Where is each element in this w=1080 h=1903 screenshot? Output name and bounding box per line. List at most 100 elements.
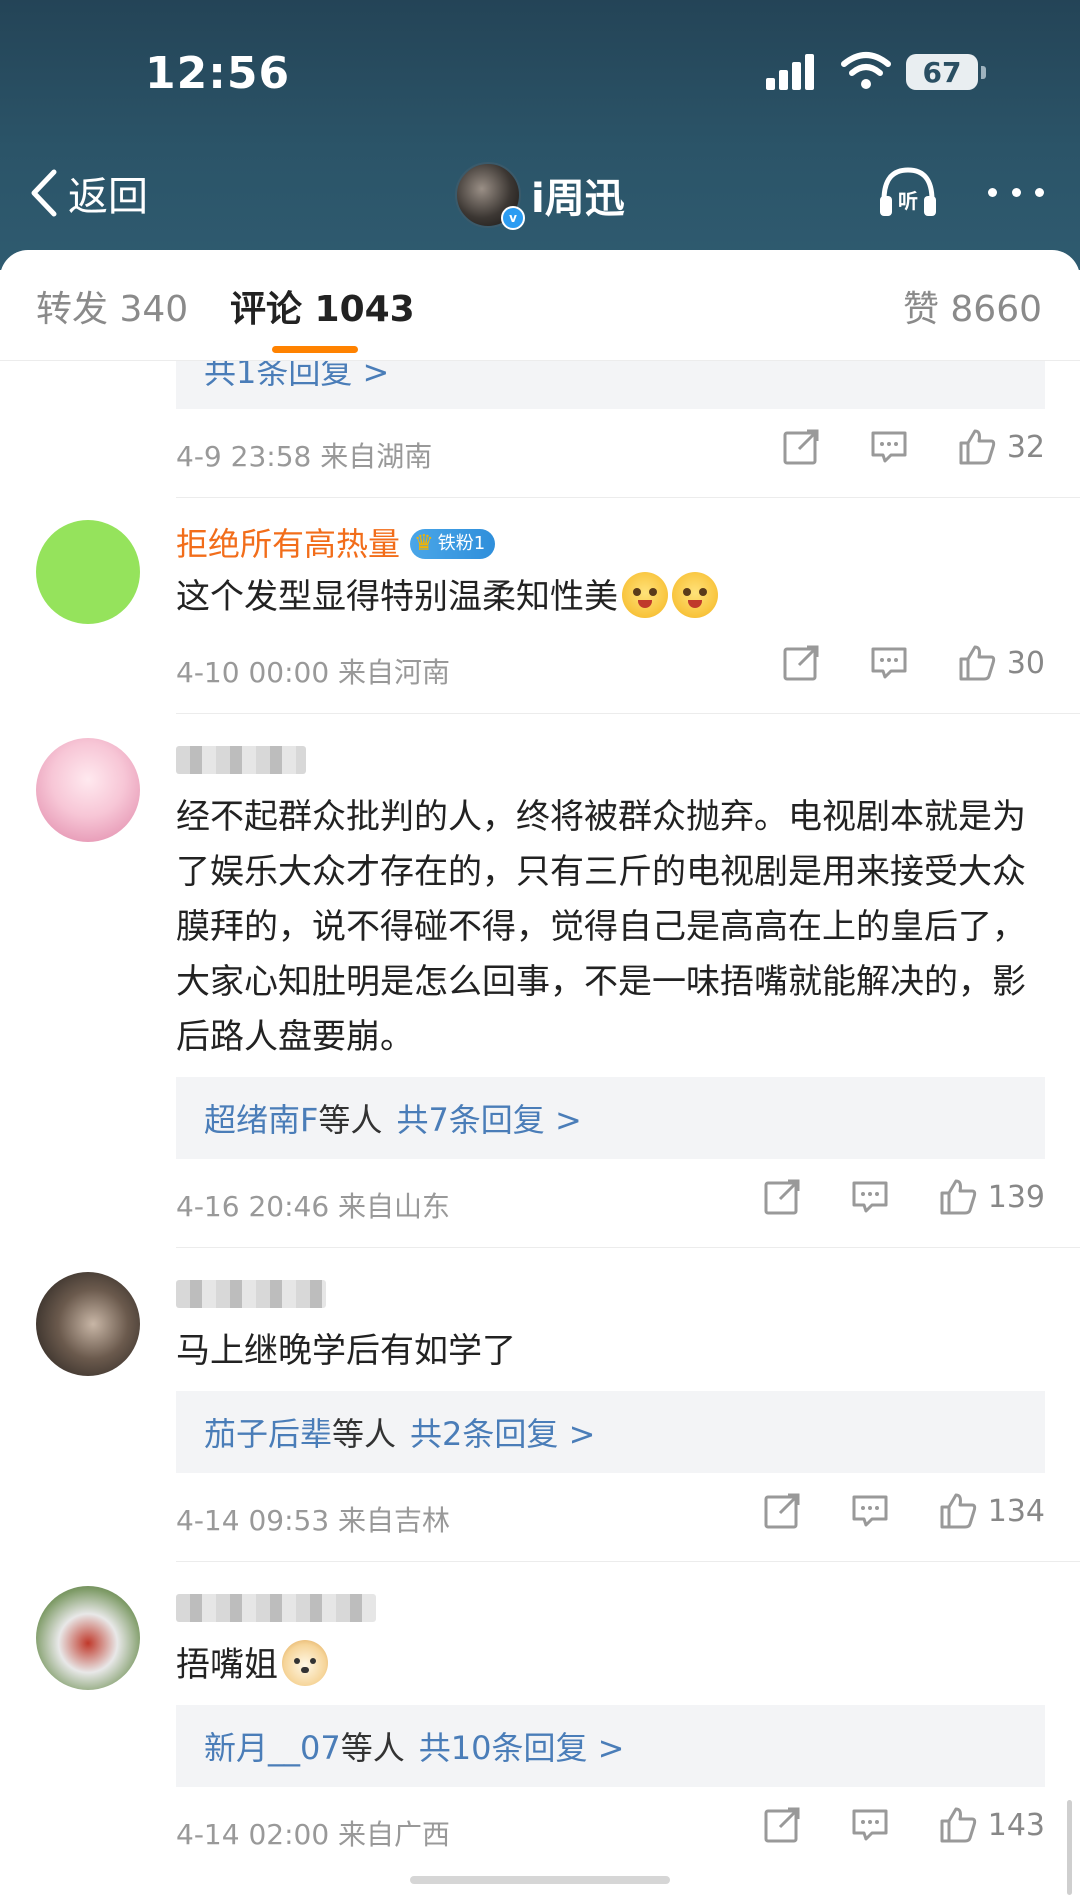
share-icon <box>764 1807 800 1843</box>
blurred-username[interactable] <box>176 1280 326 1308</box>
comment-button[interactable] <box>869 427 909 467</box>
comment-actions: 32 <box>733 427 1045 467</box>
like-count: 134 <box>987 1493 1045 1529</box>
comment-actions: 143 <box>714 1805 1045 1845</box>
avatar[interactable] <box>36 520 140 624</box>
comment-text-content: 捂嘴姐 <box>176 1645 278 1685</box>
scrollbar[interactable] <box>1067 1800 1072 1895</box>
cellular-signal-icon <box>766 54 814 90</box>
crown-icon: ♛ <box>414 531 434 556</box>
like-count: 139 <box>987 1179 1045 1215</box>
tab-reposts[interactable]: 转发 340 <box>36 280 188 332</box>
reply-summary[interactable]: 共1条回复 > <box>176 361 1045 409</box>
tab-comments[interactable]: 评论 1043 <box>230 280 415 332</box>
comment-button[interactable] <box>850 1177 890 1217</box>
top-header: 12:56 67 返回 v i周迅 听 <box>0 0 1080 270</box>
like-icon <box>940 1179 976 1215</box>
avatar[interactable] <box>36 1586 140 1690</box>
fan-badge-label: 铁粉1 <box>437 533 486 554</box>
commenter-name[interactable]: 拒绝所有高热量 ♛ 铁粉1 <box>176 522 1045 566</box>
tab-bar: 转发 340 评论 1043 赞 8660 <box>0 250 1080 361</box>
comment-meta: 4-9 23:58 来自湖南 32 <box>176 409 1045 497</box>
like-button[interactable]: 143 <box>938 1805 1045 1845</box>
comment-text-content: 这个发型显得特别温柔知性美 <box>176 577 618 617</box>
comment-text: 这个发型显得特别温柔知性美 <box>176 570 1045 625</box>
commenter-name[interactable] <box>176 1272 1045 1316</box>
reply-names[interactable]: 茄子后辈 <box>204 1415 332 1453</box>
avatar[interactable] <box>36 1272 140 1376</box>
listen-icon[interactable]: 听 <box>876 164 940 220</box>
reply-names[interactable]: 新月__07 <box>204 1729 341 1767</box>
wifi-icon <box>841 52 891 89</box>
comment-icon <box>871 647 907 679</box>
reply-summary[interactable]: 茄子后辈等人 共2条回复 > <box>176 1391 1045 1473</box>
blush-emoji-icon <box>672 572 718 618</box>
share-button[interactable] <box>781 643 821 683</box>
comment-meta: 4-10 00:00 来自河南 30 <box>176 625 1045 713</box>
comment-time-location: 4-9 23:58 来自湖南 <box>176 440 433 473</box>
share-button[interactable] <box>762 1805 802 1845</box>
tab-likes[interactable]: 赞 8660 <box>903 280 1042 332</box>
reply-etc: 等人 <box>318 1101 383 1139</box>
comment-button[interactable] <box>850 1805 890 1845</box>
comment-item: 经不起群众批判的人，终将被群众抛弃。电视剧本就是为了娱乐大众才存在的，只有三斤的… <box>0 714 1080 1248</box>
like-button[interactable]: 134 <box>938 1491 1045 1531</box>
like-count: 32 <box>1006 429 1045 465</box>
doge-emoji-icon <box>282 1640 328 1686</box>
share-button[interactable] <box>762 1491 802 1531</box>
comment-text: 经不起群众批判的人，终将被群众抛弃。电视剧本就是为了娱乐大众才存在的，只有三斤的… <box>176 797 1026 1057</box>
share-button[interactable] <box>781 427 821 467</box>
battery-indicator: 67 <box>906 54 986 90</box>
like-icon <box>959 645 995 681</box>
profile-avatar[interactable]: v <box>455 162 525 230</box>
comment-icon <box>871 431 907 463</box>
like-count: 30 <box>1006 645 1045 681</box>
reply-count[interactable]: 共10条回复 > <box>419 1729 625 1767</box>
comment-meta: 4-16 20:46 来自山东 139 <box>176 1159 1045 1247</box>
commenter-name[interactable] <box>176 1586 1045 1630</box>
blurred-username[interactable] <box>176 1594 376 1622</box>
share-icon <box>783 645 819 681</box>
profile-header[interactable]: v i周迅 <box>455 162 625 230</box>
back-button[interactable]: 返回 <box>28 165 148 221</box>
reply-count[interactable]: 共7条回复 > <box>396 1101 581 1139</box>
share-icon <box>764 1493 800 1529</box>
reply-names[interactable]: 超绪南F <box>204 1101 318 1139</box>
svg-text:听: 听 <box>898 189 918 213</box>
reply-etc: 等人 <box>332 1415 397 1453</box>
commenter-name[interactable] <box>176 738 1045 782</box>
comment-icon <box>852 1181 888 1213</box>
comment-actions: 30 <box>733 643 1045 683</box>
reply-etc: 等人 <box>340 1729 405 1767</box>
reply-summary[interactable]: 新月__07等人 共10条回复 > <box>176 1705 1045 1787</box>
commenter-name-text[interactable]: 拒绝所有高热量 <box>176 522 400 566</box>
reply-count[interactable]: 共2条回复 > <box>410 1415 595 1453</box>
comment-actions: 134 <box>714 1491 1045 1531</box>
like-button[interactable]: 139 <box>938 1177 1045 1217</box>
comment-list: 共1条回复 > 4-9 23:58 来自湖南 32 拒绝所有高热量 ♛ 铁粉1 … <box>0 361 1080 1875</box>
status-time: 12:56 <box>145 48 291 99</box>
back-label: 返回 <box>68 174 148 220</box>
comment-time-location: 4-14 09:53 来自吉林 <box>176 1504 451 1537</box>
like-button[interactable]: 30 <box>957 643 1045 683</box>
avatar[interactable] <box>36 738 140 842</box>
comment-button[interactable] <box>869 643 909 683</box>
like-count: 143 <box>987 1807 1045 1843</box>
comment-button[interactable] <box>850 1491 890 1531</box>
reply-summary[interactable]: 超绪南F等人 共7条回复 > <box>176 1077 1045 1159</box>
like-button[interactable]: 32 <box>957 427 1045 467</box>
more-options-icon[interactable] <box>988 180 1044 204</box>
share-icon <box>764 1179 800 1215</box>
comment-meta: 4-14 09:53 来自吉林 134 <box>176 1473 1045 1561</box>
share-icon <box>783 429 819 465</box>
blurred-username[interactable] <box>176 746 306 774</box>
fan-badge: ♛ 铁粉1 <box>410 529 496 559</box>
back-chevron-icon <box>31 169 57 217</box>
reply-count[interactable]: 共1条回复 > <box>204 361 389 391</box>
home-indicator <box>410 1876 670 1884</box>
share-button[interactable] <box>762 1177 802 1217</box>
comment-item: 马上继晚学后有如学了 茄子后辈等人 共2条回复 > 4-14 09:53 来自吉林… <box>0 1248 1080 1562</box>
profile-name[interactable]: i周迅 <box>531 166 625 224</box>
comment-meta: 4-14 02:00 来自广西 143 <box>176 1787 1045 1875</box>
comment-actions: 139 <box>714 1177 1045 1217</box>
